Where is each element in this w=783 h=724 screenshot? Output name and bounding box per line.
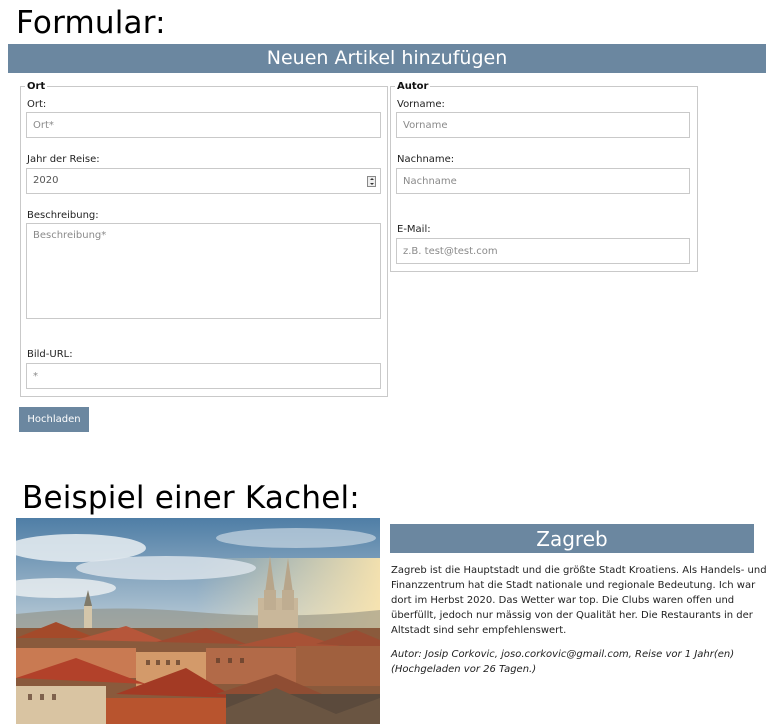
tile-description-line: Finanzzentrum hat die Stadt nationale un… [391, 580, 756, 591]
lastname-input[interactable] [396, 168, 690, 194]
tile-author-meta: Autor: Josip Corkovic, joso.corkovic@gma… [391, 647, 771, 677]
firstname-label: Vorname: [397, 99, 445, 110]
tile-title-banner: Zagreb [390, 524, 754, 553]
ort-label: Ort: [27, 99, 47, 110]
tile-upload-age-line: (Hochgeladen vor 26 Tagen.) [391, 664, 537, 675]
tile-description-line: Zagreb ist die Hauptstadt und die größte… [391, 565, 767, 576]
year-value: 2020 [33, 175, 59, 186]
ort-input[interactable] [26, 112, 381, 138]
form-section-heading: Formular: [16, 5, 166, 41]
description-textarea[interactable] [26, 223, 381, 319]
description-label: Beschreibung: [27, 210, 99, 221]
ort-legend: Ort [27, 81, 46, 92]
image-url-label: Bild-URL: [27, 349, 73, 360]
tile-author-line: Autor: Josip Corkovic, joso.corkovic@gma… [391, 649, 735, 660]
tile-section-heading: Beispiel einer Kachel: [22, 480, 360, 516]
form-title-banner: Neuen Artikel hinzufügen [8, 44, 766, 73]
tile-description: Zagreb ist die Hauptstadt und die größte… [391, 563, 771, 638]
image-url-input[interactable] [26, 363, 381, 389]
tile-description-line: Altstadt sind sehr empfehlenswert. [391, 625, 567, 636]
email-input[interactable] [396, 238, 690, 264]
author-legend: Autor [397, 81, 429, 92]
tile-description-line: dort im Herbst 2020. Das Wetter war top.… [391, 595, 735, 606]
upload-button[interactable]: Hochladen [19, 407, 89, 432]
email-label: E-Mail: [397, 224, 431, 235]
city-skyline-image [16, 518, 380, 724]
year-stepper[interactable]: 2020 [26, 168, 381, 194]
stepper-arrows-icon[interactable] [367, 176, 376, 187]
tile-description-line: überfüllt, jedoch nur mässig von der Qua… [391, 610, 753, 621]
firstname-input[interactable] [396, 112, 690, 138]
year-label: Jahr der Reise: [27, 154, 100, 165]
zagreb-city-photo [16, 518, 380, 724]
lastname-label: Nachname: [397, 154, 455, 165]
